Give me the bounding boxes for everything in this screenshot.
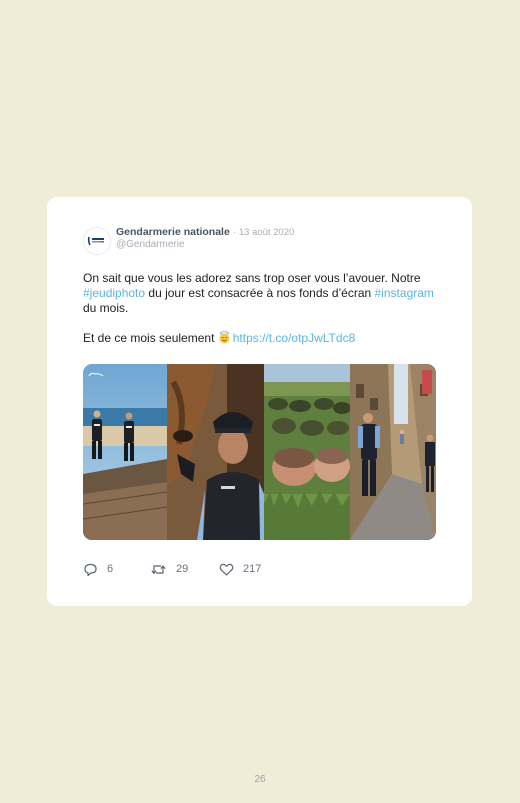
recruits-training-grass-photo[interactable]	[264, 364, 350, 540]
hashtag-jeudiphoto-link[interactable]: #jeudiphoto	[83, 286, 145, 300]
like-count: 217	[243, 563, 262, 575]
hashtag-instagram-link[interactable]: #instagram	[375, 286, 434, 300]
retweet-count: 29	[176, 563, 189, 575]
retweet-icon	[151, 564, 166, 574]
heart-icon	[219, 563, 234, 576]
tweet-actions: 6 29 217	[83, 561, 261, 577]
smiling-face-with-halo-icon	[218, 331, 231, 344]
reply-icon	[84, 563, 97, 576]
tweet-text-segment: Et de ce mois seulement	[83, 331, 218, 345]
tweet-paragraph-1: On sait que vous les adorez sans trop os…	[83, 271, 438, 316]
tweet-url-link[interactable]: https://t.co/otpJwLTdc8	[233, 331, 356, 345]
tweet-text-segment: du jour est consacrée à nos fonds d’écra…	[145, 286, 375, 300]
tweet-date[interactable]: 13 août 2020	[239, 227, 294, 238]
like-button[interactable]: 217	[219, 562, 261, 577]
author-handle[interactable]: @Gendarmerie	[116, 239, 185, 250]
gendarme-with-horse-photo[interactable]	[167, 364, 264, 540]
tweet-text: On sait que vous les adorez sans trop os…	[83, 271, 438, 346]
tweet-paragraph-2: Et de ce mois seulement https://t.co/otp…	[83, 331, 438, 346]
tweet-author-line: Gendarmerie nationale · 13 août 2020	[116, 226, 294, 239]
retweet-button[interactable]: 29	[150, 562, 219, 577]
reply-count: 6	[107, 563, 114, 575]
author-name[interactable]: Gendarmerie nationale	[116, 226, 230, 238]
reply-button[interactable]: 6	[83, 562, 150, 577]
tweet-media-grid[interactable]	[83, 364, 436, 540]
beach-promenade-patrol-photo[interactable]	[83, 364, 167, 540]
tweet-card: Gendarmerie nationale · 13 août 2020 @Ge…	[47, 197, 472, 606]
tweet-text-segment: du mois.	[83, 301, 129, 315]
street-patrol-photo[interactable]	[350, 364, 436, 540]
tweet-text-segment: On sait que vous les adorez sans trop os…	[83, 271, 421, 285]
page-number: 26	[254, 774, 266, 785]
author-separator: ·	[232, 227, 236, 238]
gendarmerie-logo-avatar[interactable]	[83, 227, 111, 255]
